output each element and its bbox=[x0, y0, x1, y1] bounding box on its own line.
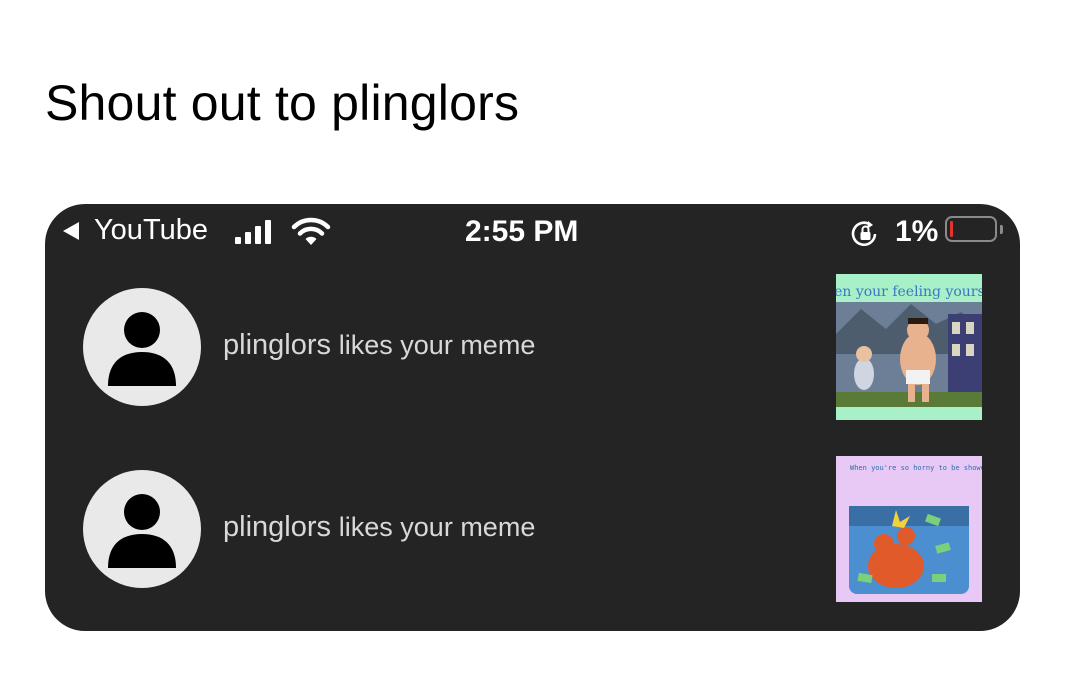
avatar[interactable] bbox=[83, 470, 201, 588]
battery-level-fill bbox=[950, 221, 953, 237]
notification-action: likes your meme bbox=[338, 512, 536, 542]
battery-icon bbox=[945, 216, 997, 242]
notification-row[interactable]: plinglors likes your meme When you're so… bbox=[45, 456, 1020, 606]
meme-thumbnail-image: When you're so horny to be showered with… bbox=[836, 456, 982, 602]
meme-thumbnail-image: hen your feeling yourse bbox=[836, 274, 982, 420]
notification-row[interactable]: plinglors likes your meme en your feelin… bbox=[45, 274, 1020, 424]
battery-percent: 1% bbox=[895, 215, 939, 248]
person-silhouette-icon bbox=[108, 494, 176, 568]
wifi-icon bbox=[291, 217, 331, 245]
notification-action: likes your meme bbox=[338, 330, 536, 360]
back-to-app-button[interactable]: YouTube bbox=[63, 214, 208, 247]
notification-text: plinglors likes your meme bbox=[223, 329, 535, 362]
battery-cap bbox=[1000, 225, 1003, 234]
back-triangle-icon bbox=[63, 221, 79, 240]
person-silhouette-icon bbox=[108, 312, 176, 386]
orientation-lock-icon bbox=[851, 221, 877, 247]
status-bar: YouTube 2:55 PM 1% bbox=[45, 204, 1020, 260]
avatar[interactable] bbox=[83, 288, 201, 406]
notification-username[interactable]: plinglors bbox=[223, 329, 331, 361]
status-time: 2:55 PM bbox=[465, 215, 579, 248]
thumbnail-caption-text: When you're so horny to be showered with… bbox=[850, 464, 982, 472]
meme-thumbnail[interactable]: When you're so horny to be showered with… bbox=[836, 456, 982, 602]
post-caption: Shout out to plinglors bbox=[45, 75, 520, 131]
meme-thumbnail[interactable]: hen your feeling yourse bbox=[836, 274, 982, 420]
notification-text: plinglors likes your meme bbox=[223, 511, 535, 544]
thumbnail-caption-text: hen your feeling yourse bbox=[836, 284, 982, 300]
notification-username[interactable]: plinglors bbox=[223, 511, 331, 543]
cellular-signal-icon bbox=[235, 218, 271, 244]
back-app-label: YouTube bbox=[94, 214, 208, 246]
phone-screenshot: YouTube 2:55 PM 1% plinglors likes your … bbox=[45, 204, 1020, 631]
